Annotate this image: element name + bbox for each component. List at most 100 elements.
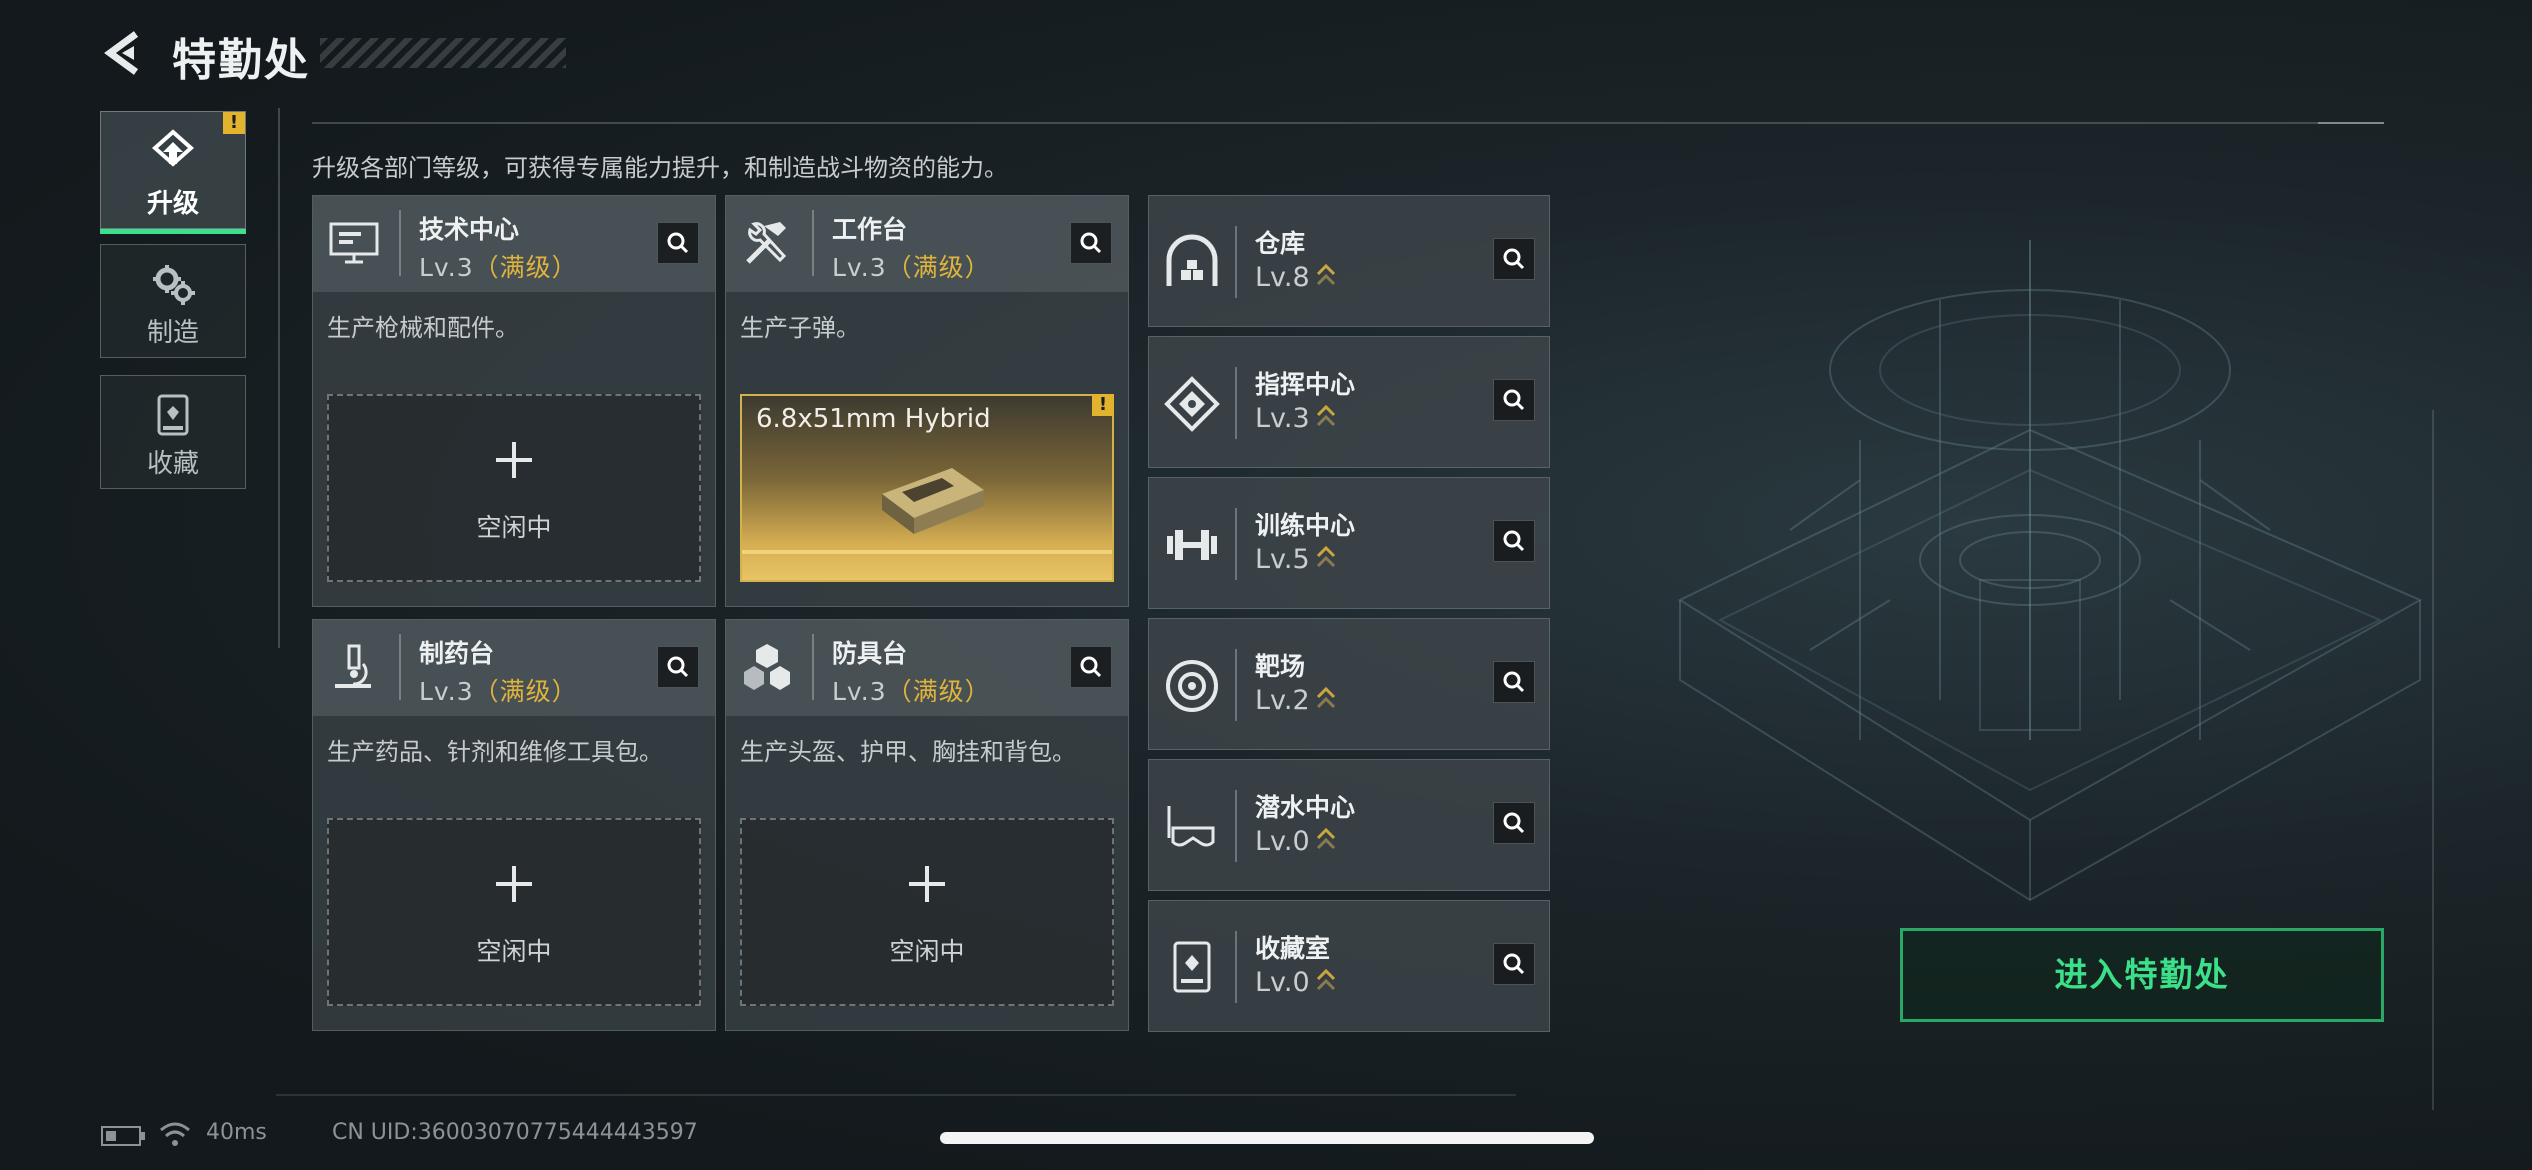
level-value: Lv.0: [1255, 826, 1310, 857]
card-level: Lv.3（满级）: [419, 248, 578, 284]
inspect-button[interactable]: [1493, 379, 1535, 421]
card-workbench[interactable]: 工作台 Lv.3（满级） 生产子弹。 6.8x51mm Hybrid !: [725, 195, 1129, 607]
crafting-item-slot[interactable]: 6.8x51mm Hybrid !: [740, 394, 1114, 582]
tab-collect[interactable]: 收藏: [100, 375, 246, 489]
facility-level: Lv.0: [1255, 826, 1336, 857]
production-slot[interactable]: 空闲中: [327, 818, 701, 1006]
card-separator: [1235, 649, 1237, 721]
tab-craft-label: 制造: [146, 318, 199, 348]
card-level: Lv.3（满级）: [832, 672, 991, 708]
tab-collect-label: 收藏: [146, 449, 199, 479]
collection-icon: [157, 394, 189, 436]
card-tech-center[interactable]: 技术中心 Lv.3（满级） 生产枪械和配件。 空闲中: [312, 195, 716, 607]
facility-warehouse[interactable]: 仓库 Lv.8: [1148, 195, 1550, 327]
card-separator: [812, 634, 814, 700]
upgrade-chevron-icon: [1316, 968, 1335, 991]
facility-hologram: [1677, 240, 2423, 902]
slot-status: 空闲中: [476, 513, 552, 542]
level-value: Lv.3: [1255, 403, 1310, 434]
search-icon: [1080, 232, 1102, 254]
facility-name: 训练中心: [1255, 511, 1356, 540]
plus-icon: [909, 866, 945, 902]
right-edge-line: [2432, 410, 2434, 1110]
card-separator: [1235, 790, 1237, 862]
gears-icon: [153, 265, 195, 305]
slot-status: 空闲中: [889, 937, 965, 966]
battery-icon: [101, 1126, 145, 1146]
search-icon: [1503, 530, 1525, 552]
inspect-button[interactable]: [1493, 943, 1535, 985]
command-center-icon: [1164, 376, 1220, 432]
search-icon: [1503, 671, 1525, 693]
card-separator: [399, 210, 401, 276]
card-armor-bench[interactable]: 防具台 Lv.3（满级） 生产头盔、护甲、胸挂和背包。 空闲中: [725, 619, 1129, 1031]
target-icon: [1166, 660, 1218, 712]
facility-level: Lv.5: [1255, 544, 1336, 575]
card-separator: [399, 634, 401, 700]
facility-name: 靶场: [1255, 652, 1306, 681]
facility-name: 收藏室: [1255, 934, 1331, 963]
facility-training-center[interactable]: 训练中心 Lv.5: [1148, 477, 1550, 609]
card-separator: [1235, 508, 1237, 580]
slot-status: 空闲中: [476, 937, 552, 966]
level-value: Lv.3: [832, 677, 887, 706]
facility-level: Lv.0: [1255, 967, 1336, 998]
crafting-progress-bar: [742, 550, 1112, 554]
microscope-icon: [335, 644, 371, 688]
card-description: 生产子弹。: [740, 314, 860, 342]
crafting-item-name: 6.8x51mm Hybrid: [756, 404, 991, 434]
computer-icon: [329, 222, 379, 264]
card-level: Lv.3（满级）: [832, 248, 991, 284]
sidebar-divider: [278, 108, 280, 648]
bottom-divider: [276, 1094, 1516, 1096]
card-name: 技术中心: [419, 215, 520, 244]
tab-active-indicator: [100, 229, 246, 234]
facility-shooting-range[interactable]: 靶场 Lv.2: [1148, 618, 1550, 750]
card-description: 生产枪械和配件。: [327, 314, 519, 342]
facility-level: Lv.2: [1255, 685, 1336, 716]
tab-upgrade[interactable]: 升级 !: [100, 111, 246, 234]
inspect-button[interactable]: [1070, 222, 1112, 264]
home-indicator[interactable]: [940, 1132, 1594, 1144]
enter-special-ops-button[interactable]: 进入特勤处: [1900, 928, 2384, 1022]
wifi-icon: [160, 1122, 190, 1146]
inspect-button[interactable]: [1493, 802, 1535, 844]
search-icon: [1503, 953, 1525, 975]
card-name: 工作台: [832, 215, 908, 244]
inspect-button[interactable]: [1070, 646, 1112, 688]
plus-icon: [496, 442, 532, 478]
inspect-button[interactable]: [657, 222, 699, 264]
inspect-button[interactable]: [1493, 238, 1535, 280]
card-pharmacy[interactable]: 制药台 Lv.3（满级） 生产药品、针剂和维修工具包。 空闲中: [312, 619, 716, 1031]
level-value: Lv.0: [1255, 967, 1310, 998]
inspect-button[interactable]: [657, 646, 699, 688]
level-value: Lv.3: [832, 253, 887, 282]
facility-collection-room[interactable]: 收藏室 Lv.0: [1148, 900, 1550, 1032]
tab-craft[interactable]: 制造: [100, 244, 246, 358]
level-value: Lv.5: [1255, 544, 1310, 575]
search-icon: [667, 232, 689, 254]
production-slot[interactable]: 空闲中: [327, 394, 701, 582]
card-separator: [1235, 226, 1237, 298]
facility-name: 仓库: [1255, 229, 1306, 258]
level-max: （满级）: [886, 253, 991, 282]
intro-text: 升级各部门等级，可获得专属能力提升，和制造战斗物资的能力。: [312, 154, 1008, 182]
facility-diving-center[interactable]: 潜水中心 Lv.0: [1148, 759, 1550, 891]
back-arrow-icon[interactable]: [100, 28, 150, 78]
search-icon: [1503, 248, 1525, 270]
warehouse-icon: [1166, 234, 1218, 286]
tab-upgrade-badge: !: [223, 112, 245, 134]
crafting-alert-badge: !: [1092, 394, 1114, 416]
collection-room-icon: [1173, 941, 1211, 993]
upgrade-chevron-icon: [1316, 263, 1335, 286]
facility-name: 潜水中心: [1255, 793, 1356, 822]
inspect-button[interactable]: [1493, 520, 1535, 562]
armor-cubes-icon: [744, 644, 790, 690]
card-name: 防具台: [832, 639, 908, 668]
card-separator: [812, 210, 814, 276]
upgrade-chevron-icon: [1316, 404, 1335, 427]
production-slot[interactable]: 空闲中: [740, 818, 1114, 1006]
facility-command-center[interactable]: 指挥中心 Lv.3: [1148, 336, 1550, 468]
level-value: Lv.2: [1255, 685, 1310, 716]
inspect-button[interactable]: [1493, 661, 1535, 703]
